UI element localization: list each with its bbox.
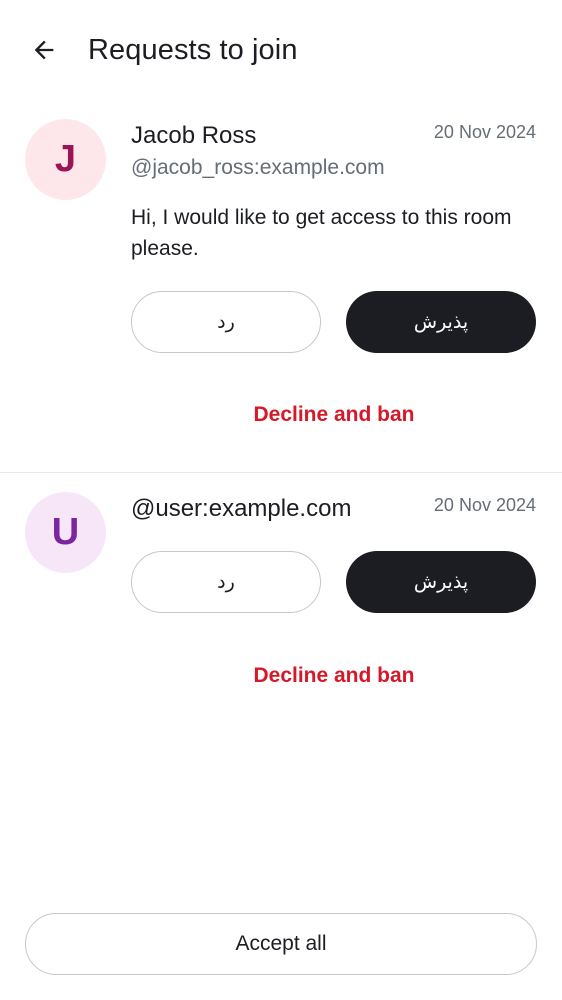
avatar[interactable]: U	[25, 492, 106, 573]
avatar[interactable]: J	[25, 119, 106, 200]
top-app-bar: Requests to join	[0, 0, 562, 100]
join-request-item: U @user:example.com 20 Nov 2024 رد پذیرش…	[0, 473, 562, 723]
page-title: Requests to join	[88, 34, 298, 66]
accept-button[interactable]: پذیرش	[346, 291, 536, 353]
requester-name: Jacob Ross	[131, 122, 257, 149]
join-request-item: J Jacob Ross 20 Nov 2024 @jacob_ross:exa…	[0, 100, 562, 472]
requests-to-join-screen: Requests to join J Jacob Ross 20 Nov 202…	[0, 0, 562, 1000]
avatar-letter: U	[51, 511, 80, 553]
request-message: Hi, I would like to get access to this r…	[131, 206, 512, 260]
accept-button-label: پذیرش	[413, 311, 469, 333]
accept-all-label: Accept all	[235, 932, 327, 955]
decline-button-label: رد	[217, 571, 235, 593]
arrow-left-icon	[34, 40, 54, 60]
requester-name: @user:example.com	[131, 495, 352, 522]
decline-button-label: رد	[217, 311, 235, 333]
back-button[interactable]	[24, 28, 64, 72]
accept-button[interactable]: پذیرش	[346, 551, 536, 613]
accept-button-label: پذیرش	[413, 571, 469, 593]
decline-button[interactable]: رد	[131, 551, 321, 613]
request-date: 20 Nov 2024	[433, 495, 536, 515]
avatar-letter: J	[54, 138, 77, 180]
request-date: 20 Nov 2024	[433, 122, 536, 142]
requester-handle: @jacob_ross:example.com	[131, 156, 385, 179]
bottom-action-bar: Accept all	[0, 888, 562, 1000]
accept-all-button[interactable]: Accept all	[25, 913, 537, 975]
decline-and-ban-button[interactable]: Decline and ban	[131, 401, 537, 429]
decline-button[interactable]: رد	[131, 291, 321, 353]
decline-and-ban-button[interactable]: Decline and ban	[131, 662, 537, 690]
